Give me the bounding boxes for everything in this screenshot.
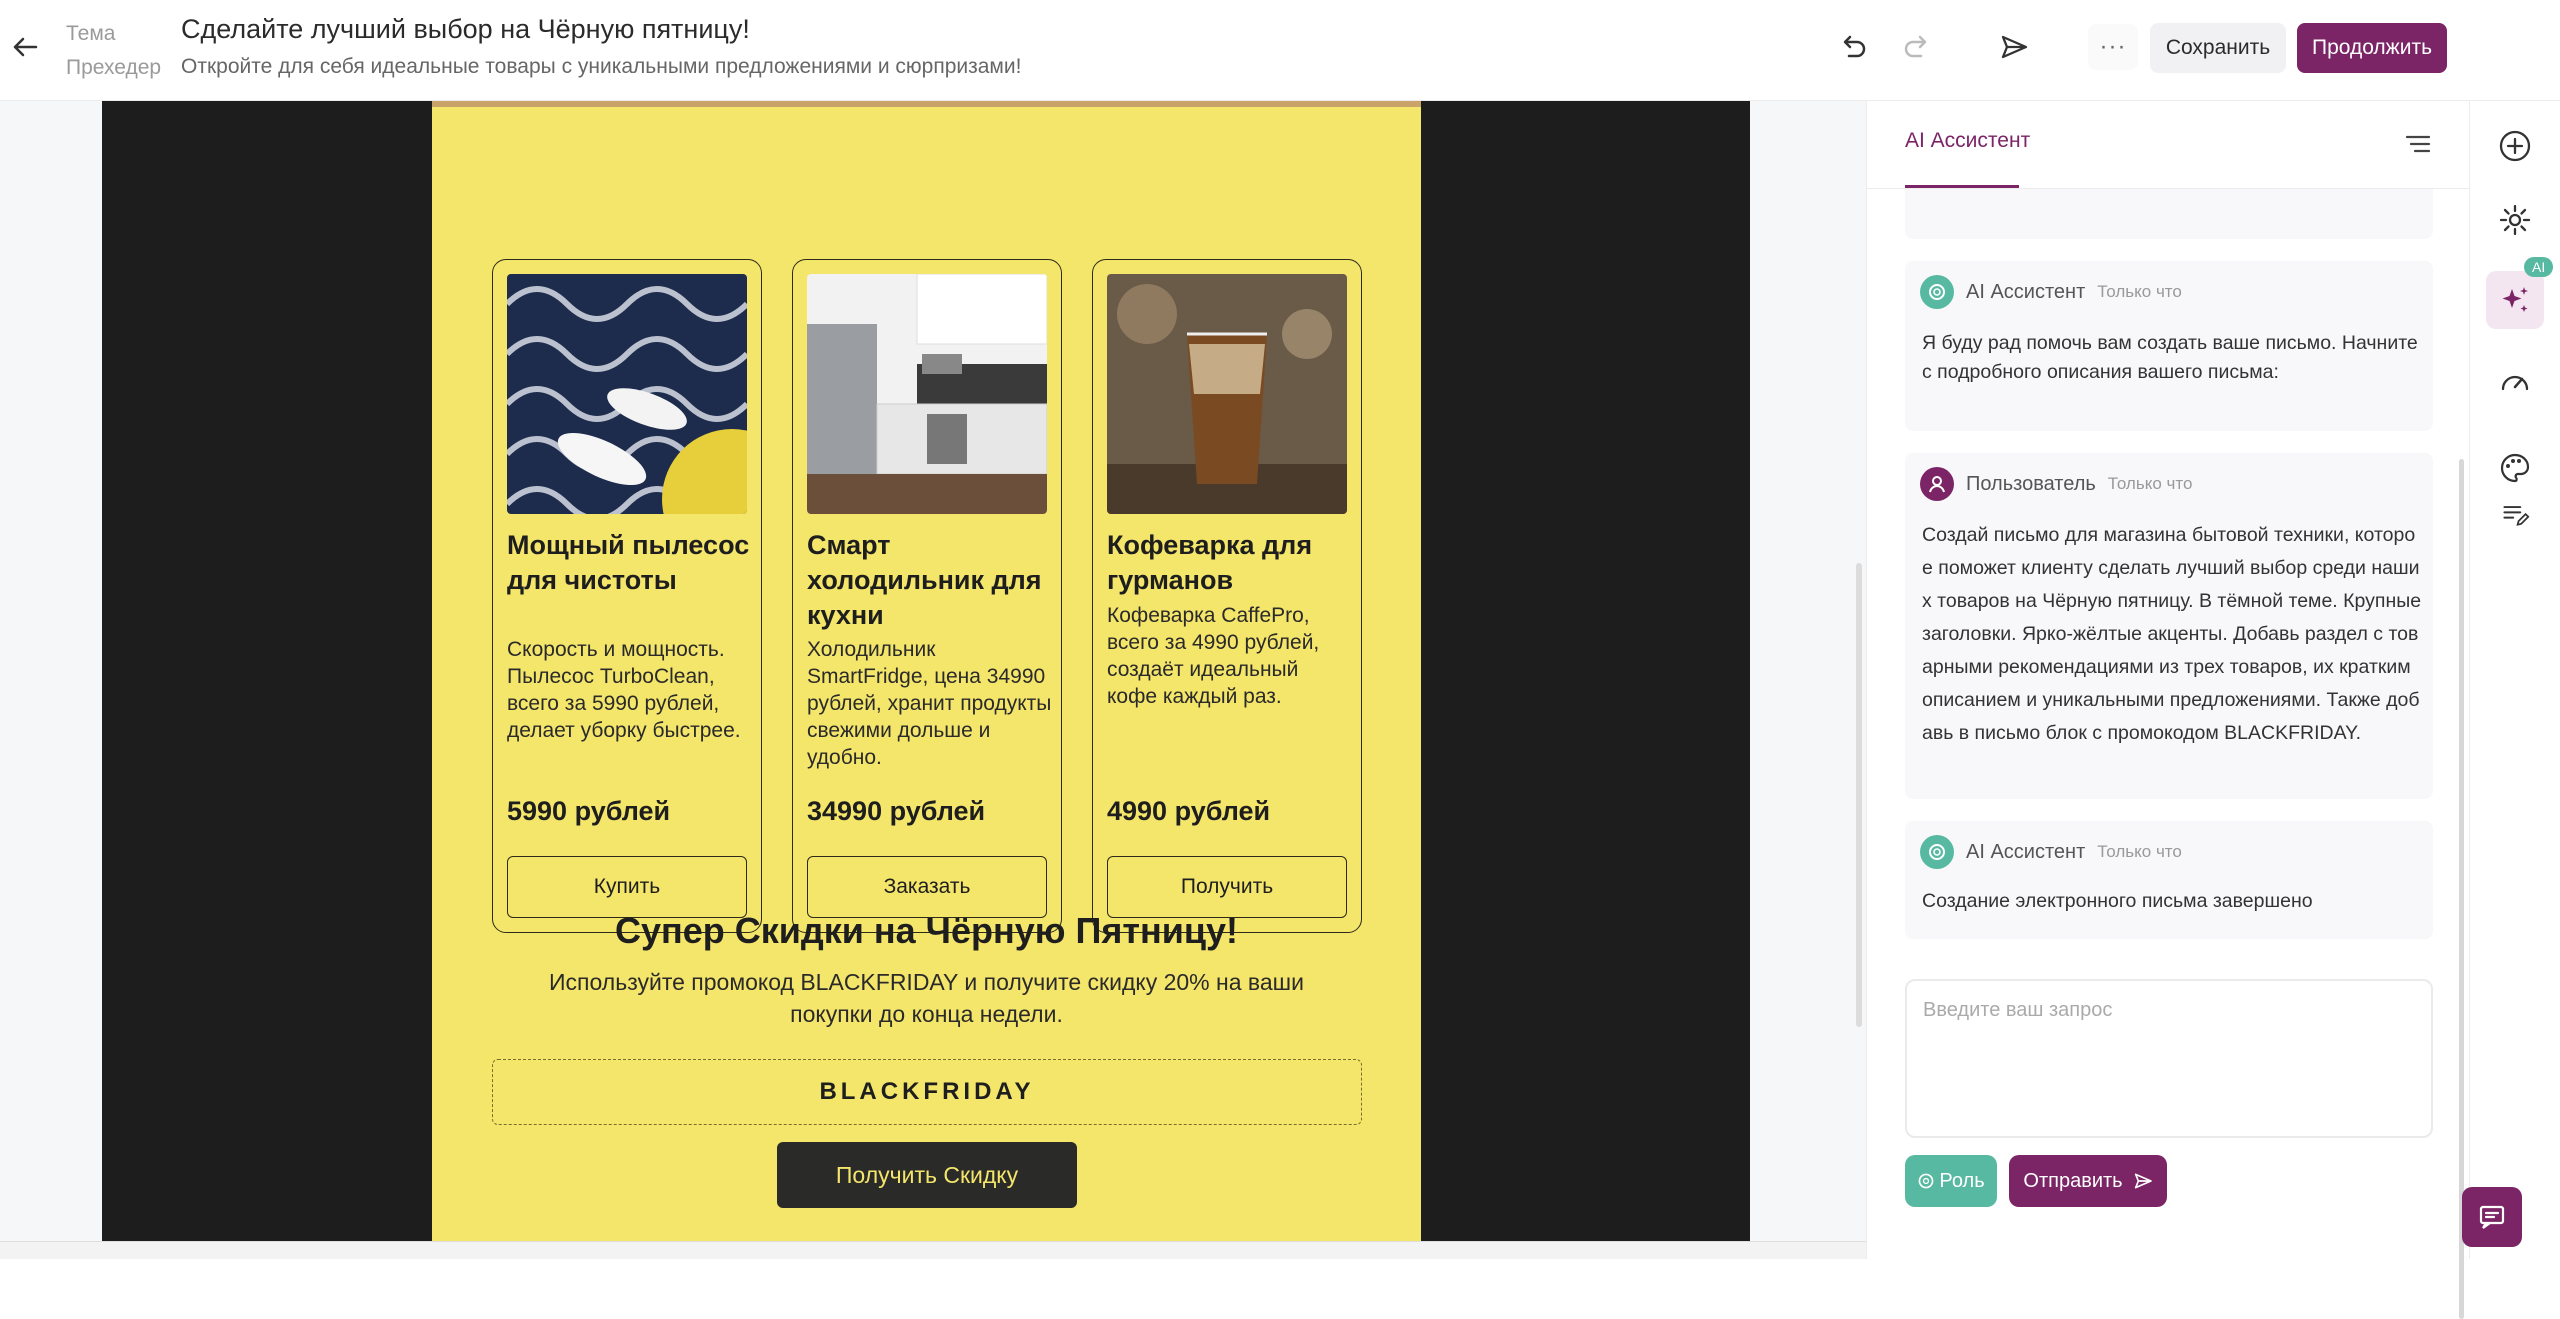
prompt-input[interactable]: Введите ваш запрос bbox=[1905, 979, 2433, 1138]
undo-icon[interactable] bbox=[1834, 28, 1872, 66]
meta-labels: Тема Прехедер bbox=[66, 17, 161, 85]
product-title: Мощный пылесос для чистоты bbox=[507, 530, 750, 595]
message-assistant: AI Ассистент Только что Создание электро… bbox=[1905, 821, 2433, 939]
message-bubble-partial bbox=[1905, 189, 2433, 239]
gear-icon[interactable] bbox=[2486, 191, 2544, 249]
theme-label: Тема bbox=[66, 22, 116, 45]
canvas-scrollbar[interactable] bbox=[1856, 563, 1862, 1027]
openai-icon bbox=[1920, 835, 1954, 869]
notes-icon[interactable] bbox=[2486, 486, 2544, 544]
redo-icon[interactable] bbox=[1898, 28, 1936, 66]
plus-icon[interactable] bbox=[2486, 117, 2544, 175]
message-assistant: AI Ассистент Только что Я буду рад помоч… bbox=[1905, 261, 2433, 431]
product-card-fridge[interactable]: Смарт холодильник для кухни Холодильник … bbox=[792, 259, 1062, 933]
subject-field[interactable]: Сделайте лучший выбор на Чёрную пятницу! bbox=[181, 10, 1021, 48]
promo-code-box: BLACKFRIDAY bbox=[492, 1059, 1362, 1125]
openai-icon bbox=[1919, 1173, 1934, 1189]
product-image-vacuum bbox=[507, 274, 747, 514]
product-title: Смарт холодильник для кухни bbox=[807, 530, 1042, 630]
ai-badge: AI bbox=[2524, 257, 2554, 277]
tab-ai-assistant[interactable]: AI Ассистент bbox=[1905, 129, 2030, 153]
message-header: AI Ассистент Только что bbox=[1920, 835, 2182, 869]
gauge-icon[interactable] bbox=[2486, 353, 2544, 411]
save-button[interactable]: Сохранить bbox=[2150, 23, 2286, 73]
product-image-coffee bbox=[1107, 274, 1347, 514]
send-label: Отправить bbox=[2023, 1169, 2123, 1192]
product-image-fridge bbox=[807, 274, 1047, 514]
product-card-vacuum[interactable]: Мощный пылесос для чистоты Скорость и мо… bbox=[492, 259, 762, 933]
promo-text: Используйте промокод BLACKFRIDAY и получ… bbox=[549, 969, 1304, 1027]
product-title: Кофеварка для гурманов bbox=[1107, 530, 1313, 595]
get-discount-button[interactable]: Получить Скидку bbox=[777, 1142, 1077, 1208]
product-description: Кофеварка CaffePro, всего за 4990 рублей… bbox=[1107, 604, 1320, 708]
role-label: Роль bbox=[1939, 1169, 1985, 1192]
message-text: Создай письмо для магазина бытовой техни… bbox=[1922, 524, 2422, 744]
meta-values: Сделайте лучший выбор на Чёрную пятницу!… bbox=[181, 10, 1021, 84]
message-author: AI Ассистент bbox=[1966, 280, 2086, 303]
message-time: Только что bbox=[2107, 474, 2193, 493]
right-rail: AI bbox=[2469, 101, 2560, 1259]
buy-button[interactable]: Купить bbox=[507, 856, 747, 918]
product-description: Холодильник SmartFridge, цена 34990 рубл… bbox=[807, 638, 1052, 769]
top-header: Тема Прехедер Сделайте лучший выбор на Ч… bbox=[0, 0, 2560, 101]
sparkles-icon[interactable]: AI bbox=[2486, 257, 2554, 329]
product-card-coffee[interactable]: Кофеварка для гурманов Кофеварка CaffePr… bbox=[1092, 259, 1362, 933]
canvas-bottom-bar bbox=[0, 1241, 1866, 1259]
message-text: Создание электронного письма завершено bbox=[1922, 890, 2313, 912]
message-user: Пользователь Только что Создай письмо дл… bbox=[1905, 453, 2433, 799]
message-author: AI Ассистент bbox=[1966, 840, 2086, 863]
message-author: Пользователь bbox=[1966, 472, 2096, 495]
send-icon bbox=[2134, 1173, 2152, 1189]
get-button[interactable]: Получить bbox=[1107, 856, 1347, 918]
message-time: Только что bbox=[2097, 842, 2182, 861]
product-price: 5990 рублей bbox=[507, 796, 671, 826]
send-test-icon[interactable] bbox=[1995, 28, 2033, 66]
product-price: 4990 рублей bbox=[1107, 796, 1271, 826]
user-icon bbox=[1920, 467, 1954, 501]
send-button[interactable]: Отправить bbox=[2009, 1155, 2167, 1207]
openai-icon bbox=[1920, 275, 1954, 309]
continue-button[interactable]: Продолжить bbox=[2297, 23, 2447, 73]
back-arrow-icon[interactable] bbox=[10, 32, 40, 62]
message-header: AI Ассистент Только что bbox=[1920, 275, 2182, 309]
chat-icon[interactable] bbox=[2462, 1187, 2522, 1247]
menu-icon[interactable] bbox=[2405, 133, 2431, 155]
promo-title: Супер Скидки на Чёрную Пятницу! bbox=[614, 910, 1239, 951]
order-button[interactable]: Заказать bbox=[807, 856, 1047, 918]
preheader-label: Прехедер bbox=[66, 56, 162, 79]
product-description: Скорость и мощность. Пылесос TurboClean,… bbox=[507, 638, 741, 742]
product-price: 34990 рублей bbox=[807, 796, 986, 826]
prompt-placeholder: Введите ваш запрос bbox=[1923, 999, 2113, 1021]
message-text: Я буду рад помочь вам создать ваше письм… bbox=[1922, 332, 2418, 383]
message-time: Только что bbox=[2097, 282, 2182, 301]
ai-assistant-panel: AI Ассистент AI Ассистент Только что Я б… bbox=[1866, 101, 2470, 1319]
preheader-field[interactable]: Откройте для себя идеальные товары с уни… bbox=[181, 50, 1021, 84]
message-header: Пользователь Только что bbox=[1920, 467, 2192, 501]
role-button[interactable]: Роль bbox=[1905, 1155, 1997, 1207]
more-button[interactable]: ··· bbox=[2088, 24, 2138, 70]
